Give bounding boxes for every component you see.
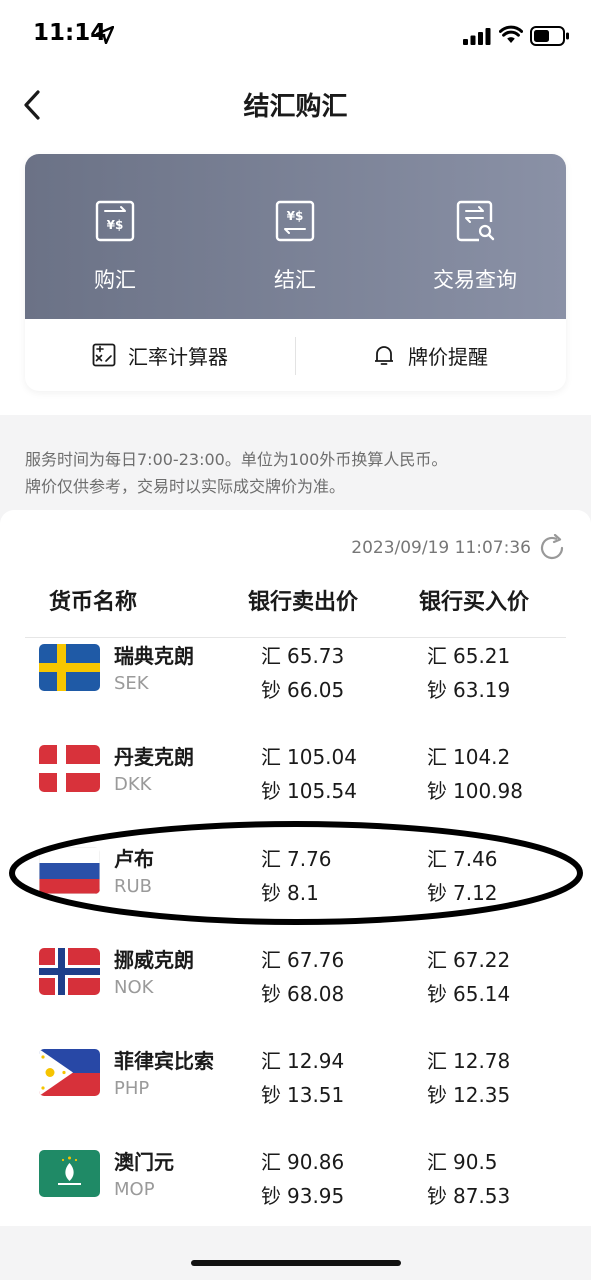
transfer-prefix: 汇	[427, 948, 447, 972]
buy-fx-label: 购汇	[94, 268, 136, 292]
cellular-signal-icon	[463, 28, 491, 45]
sell-fx-button[interactable]: ¥$ 结汇	[205, 154, 385, 319]
currency-code: DKK	[114, 774, 152, 795]
price-alert-button[interactable]: 牌价提醒	[295, 319, 565, 391]
cash-prefix: 钞	[427, 982, 447, 1006]
header-divider	[25, 637, 566, 638]
sell-transfer-price: 汇 12.94	[261, 1049, 345, 1073]
cash-prefix: 钞	[261, 678, 281, 702]
transfer-prefix: 汇	[427, 745, 447, 769]
refresh-icon[interactable]	[538, 534, 566, 562]
buy-fx-button[interactable]: ¥$ 购汇	[25, 154, 205, 319]
battery-icon	[530, 26, 569, 46]
home-indicator[interactable]	[191, 1260, 401, 1266]
buy-transfer-price: 汇 90.5	[427, 1150, 498, 1174]
buy-cash-price: 钞 12.35	[427, 1083, 511, 1107]
action-panel: ¥$ 购汇 ¥$ 结汇 交易查询	[25, 154, 566, 319]
buy-cash-price: 钞 100.98	[427, 779, 523, 803]
transfer-prefix: 汇	[427, 1150, 447, 1174]
transfer-prefix: 汇	[261, 745, 281, 769]
table-row[interactable]: 菲律宾比索 PHP 汇 12.94 钞 13.51 汇 12.78 钞 12.35	[0, 1045, 591, 1146]
buy-transfer-price: 汇 67.22	[427, 948, 511, 972]
currency-name: 瑞典克朗	[114, 644, 194, 668]
buy-cash-price: 钞 63.19	[427, 678, 511, 702]
header-currency-name: 货币名称	[49, 590, 138, 615]
cash-prefix: 钞	[427, 678, 447, 702]
service-notice: 服务时间为每日7:00-23:00。单位为100外币换算人民币。 牌价仅供参考，…	[25, 446, 570, 500]
currency-name: 丹麦克朗	[114, 745, 194, 769]
transfer-prefix: 汇	[261, 644, 281, 668]
cash-prefix: 钞	[261, 779, 281, 803]
sell-cash-price: 钞 66.05	[261, 678, 345, 702]
buy-cash-price: 钞 65.14	[427, 982, 511, 1006]
transfer-prefix: 汇	[427, 1049, 447, 1073]
currency-name: 澳门元	[114, 1150, 174, 1174]
bell-icon	[375, 346, 393, 365]
currency-code: NOK	[114, 977, 154, 998]
transfer-prefix: 汇	[261, 948, 281, 972]
table-row[interactable]: 澳门元 MOP 汇 90.86 钞 93.95 汇 90.5 钞 87.53	[0, 1146, 591, 1247]
update-timestamp: 2023/09/19 11:07:36	[351, 538, 531, 558]
notice-line-2: 牌价仅供参考，交易时以实际成交牌价为准。	[25, 477, 346, 496]
transaction-query-button[interactable]: 交易查询	[385, 154, 565, 319]
sell-cash-price: 钞 13.51	[261, 1083, 345, 1107]
sell-cash-price: 钞 105.54	[261, 779, 357, 803]
calculator-icon	[92, 343, 116, 367]
cash-prefix: 钞	[427, 1184, 447, 1208]
status-bar: 11:14	[0, 0, 591, 72]
cash-prefix: 钞	[427, 1083, 447, 1107]
philippines-flag-icon	[39, 1049, 100, 1096]
buy-transfer-price: 汇 104.2	[427, 745, 511, 769]
header-bank-sell: 银行卖出价	[248, 590, 359, 615]
tool-bar: 汇率计算器 牌价提醒	[25, 319, 566, 391]
sweden-flag-icon	[39, 644, 100, 691]
sell-cash-price: 钞 68.08	[261, 982, 345, 1006]
transfer-prefix: 汇	[427, 644, 447, 668]
sell-fx-label: 结汇	[274, 268, 316, 292]
notice-line-1: 服务时间为每日7:00-23:00。单位为100外币换算人民币。	[25, 450, 448, 469]
fx-action-card: ¥$ 购汇 ¥$ 结汇 交易查询 汇率计算器 牌价提醒	[25, 154, 566, 391]
wifi-icon	[499, 25, 523, 43]
rate-calculator-label: 汇率计算器	[128, 344, 228, 369]
transfer-prefix: 汇	[261, 1150, 281, 1174]
cash-prefix: 钞	[427, 779, 447, 803]
table-row[interactable]: 挪威克朗 NOK 汇 67.76 钞 68.08 汇 67.22 钞 65.14	[0, 944, 591, 1045]
rate-calculator-button[interactable]: 汇率计算器	[25, 319, 295, 391]
svg-text:¥$: ¥$	[107, 218, 124, 232]
transfer-prefix: 汇	[261, 1049, 281, 1073]
sell-transfer-price: 汇 67.76	[261, 948, 345, 972]
transaction-query-icon	[456, 200, 495, 242]
buy-transfer-price: 汇 12.78	[427, 1049, 511, 1073]
page-title: 结汇购汇	[243, 92, 348, 122]
header-bank-buy: 银行买入价	[419, 590, 530, 615]
location-arrow-icon	[96, 26, 114, 44]
sell-fx-icon: ¥$	[275, 200, 315, 242]
norway-flag-icon	[39, 948, 100, 995]
table-row[interactable]: 瑞典克朗 SEK 汇 65.73 钞 66.05 汇 65.21 钞 63.19	[0, 640, 591, 741]
denmark-flag-icon	[39, 745, 100, 792]
cash-prefix: 钞	[261, 1184, 281, 1208]
sell-transfer-price: 汇 105.04	[261, 745, 357, 769]
sell-transfer-price: 汇 65.73	[261, 644, 345, 668]
cash-prefix: 钞	[261, 1083, 281, 1107]
currency-name: 菲律宾比索	[114, 1049, 214, 1073]
currency-code: MOP	[114, 1179, 155, 1200]
currency-code: SEK	[114, 673, 149, 694]
svg-text:¥$: ¥$	[287, 209, 304, 223]
buy-transfer-price: 汇 65.21	[427, 644, 511, 668]
sell-transfer-price: 汇 90.86	[261, 1150, 345, 1174]
currency-name: 挪威克朗	[114, 948, 194, 972]
buy-cash-price: 钞 87.53	[427, 1184, 511, 1208]
cash-prefix: 钞	[261, 982, 281, 1006]
macau-flag-icon	[39, 1150, 100, 1197]
buy-fx-icon: ¥$	[95, 200, 135, 242]
sell-cash-price: 钞 93.95	[261, 1184, 345, 1208]
currency-code: PHP	[114, 1078, 150, 1099]
transaction-query-label: 交易查询	[433, 268, 517, 292]
annotation-ellipse	[9, 821, 583, 925]
price-alert-label: 牌价提醒	[408, 344, 488, 369]
